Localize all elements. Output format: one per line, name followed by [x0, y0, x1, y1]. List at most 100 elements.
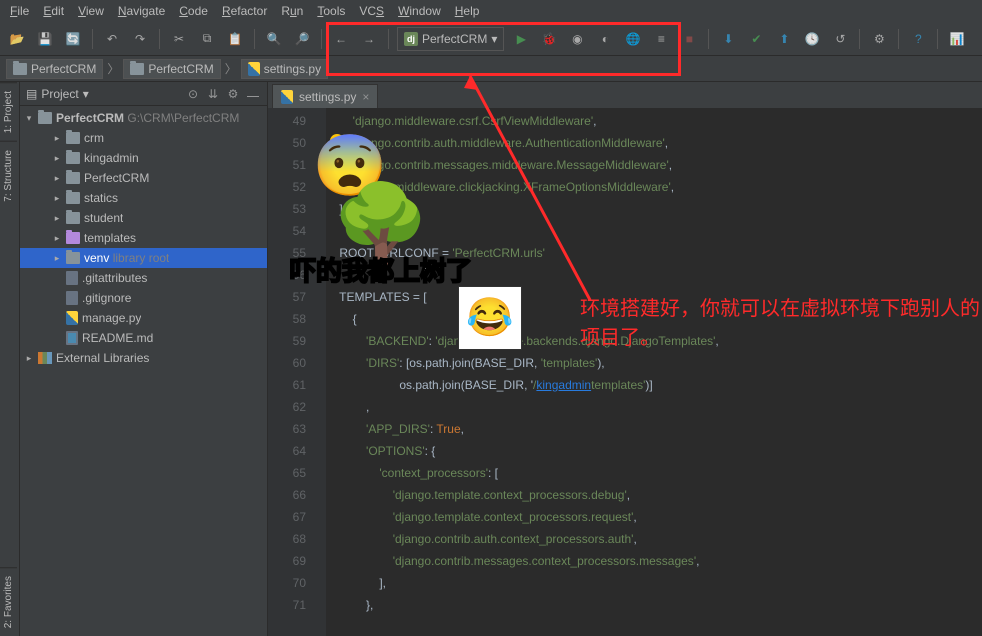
folder-icon — [66, 172, 80, 184]
project-tree[interactable]: ▾ PerfectCRM G:\CRM\PerfectCRM ▸ crm ▸king… — [20, 106, 267, 636]
gear-icon[interactable]: ⚙ — [225, 86, 241, 102]
folder-icon — [66, 192, 80, 204]
menu-run[interactable]: Run — [275, 2, 309, 20]
tree-row[interactable]: ▸ crm — [20, 128, 267, 148]
tree-row[interactable]: ▸kingadmin — [20, 148, 267, 168]
menu-window[interactable]: Window — [392, 2, 447, 20]
project-view-icon: ▤ — [26, 87, 37, 101]
tree-label: venv library root — [84, 251, 169, 265]
undo-icon[interactable]: ↶ — [101, 28, 123, 50]
tree-row[interactable]: .gitattributes — [20, 268, 267, 288]
python-icon — [66, 311, 78, 325]
expand-arrow-icon[interactable]: ▸ — [52, 233, 62, 244]
cut-icon[interactable]: ✂ — [168, 28, 190, 50]
tree-row[interactable]: manage.py — [20, 308, 267, 328]
tab-label: settings.py — [299, 90, 356, 104]
folder-icon — [66, 152, 80, 164]
menu-refactor[interactable]: Refactor — [216, 2, 273, 20]
attach-icon[interactable]: ≡ — [650, 28, 672, 50]
folder-icon — [66, 132, 80, 144]
vcs-update-icon[interactable]: ⬇ — [717, 28, 739, 50]
menu-file[interactable]: File — [4, 2, 35, 20]
sci-mode-icon[interactable]: 📊 — [946, 28, 968, 50]
paste-icon[interactable]: 📋 — [224, 28, 246, 50]
copy-icon[interactable]: ⧉ — [196, 28, 218, 50]
tree-row[interactable]: ▸ templates — [20, 228, 267, 248]
expand-arrow-icon[interactable]: ▸ — [52, 253, 62, 264]
help-icon[interactable]: ? — [907, 28, 929, 50]
collapse-all-icon[interactable]: ⇊ — [205, 86, 221, 102]
file-icon — [66, 271, 78, 285]
folder-icon — [66, 252, 80, 264]
sync-icon[interactable]: 🔄 — [62, 28, 84, 50]
tree-root[interactable]: ▾ PerfectCRM G:\CRM\PerfectCRM — [20, 108, 267, 128]
revert-icon[interactable]: ↺ — [829, 28, 851, 50]
back-icon[interactable]: ← — [330, 28, 352, 50]
crumb-file[interactable]: settings.py — [241, 59, 328, 79]
tree-row[interactable]: .gitignore — [20, 288, 267, 308]
project-panel: ▤ Project ▾ ⊙ ⇊ ⚙ ⎼ ▾ PerfectCRM G:\CRM\… — [20, 82, 268, 636]
file-icon — [66, 331, 78, 345]
sidebar-favorites[interactable]: 2: Favorites — [0, 567, 17, 636]
tree-external-libs[interactable]: ▸ External Libraries — [20, 348, 267, 368]
expand-arrow-icon[interactable]: ▾ — [24, 113, 34, 124]
project-view-selector[interactable]: ▤ Project ▾ — [26, 87, 179, 101]
menu-code[interactable]: Code — [173, 2, 214, 20]
vcs-commit-icon[interactable]: ✔ — [745, 28, 767, 50]
vcs-push-icon[interactable]: ⬆ — [773, 28, 795, 50]
crumb-label: settings.py — [264, 62, 321, 76]
expand-arrow-icon[interactable]: ▸ — [52, 173, 62, 184]
menu-bar: File Edit View Navigate Code Refactor Ru… — [0, 0, 982, 22]
vcs-history-icon[interactable]: 🕓 — [801, 28, 823, 50]
expand-arrow-icon[interactable]: ▸ — [52, 213, 62, 224]
stop-icon[interactable]: ■ — [678, 28, 700, 50]
tree-label: templates — [84, 231, 136, 245]
redo-icon[interactable]: ↷ — [129, 28, 151, 50]
replace-icon[interactable]: 🔎 — [291, 28, 313, 50]
menu-edit[interactable]: Edit — [37, 2, 70, 20]
folder-icon — [38, 112, 52, 124]
expand-arrow-icon[interactable]: ▸ — [52, 153, 62, 164]
tree-label: crm — [84, 131, 104, 145]
menu-help[interactable]: Help — [449, 2, 486, 20]
sidebar-project[interactable]: 1: Project — [0, 82, 17, 141]
settings-icon[interactable]: ⚙ — [868, 28, 890, 50]
tree-row[interactable]: ▸statics — [20, 188, 267, 208]
crumb-label: PerfectCRM — [148, 62, 213, 76]
tree-row[interactable]: ▸ venv library root — [20, 248, 267, 268]
expand-arrow-icon[interactable]: ▸ — [52, 193, 62, 204]
menu-vcs[interactable]: VCS — [353, 2, 390, 20]
menu-view[interactable]: View — [72, 2, 110, 20]
crumb-folder[interactable]: PerfectCRM — [123, 59, 220, 79]
coverage-icon[interactable]: ◉ — [566, 28, 588, 50]
tree-row[interactable]: ▸PerfectCRM — [20, 168, 267, 188]
chevron-down-icon: ▾ — [491, 32, 497, 46]
save-all-icon[interactable]: 💾 — [34, 28, 56, 50]
debug-icon[interactable]: 🐞 — [538, 28, 560, 50]
close-icon[interactable]: × — [362, 90, 369, 104]
left-toolwindow-bar: 1: Project 7: Structure 2: Favorites — [0, 82, 20, 636]
expand-arrow-icon[interactable]: ▸ — [52, 133, 62, 144]
menu-tools[interactable]: Tools — [311, 2, 351, 20]
profile-icon[interactable]: ◐ — [594, 28, 616, 50]
folder-icon — [13, 63, 27, 75]
forward-icon[interactable]: → — [358, 28, 380, 50]
concurrency-icon[interactable]: 🌐 — [622, 28, 644, 50]
hide-icon[interactable]: ⎼ — [245, 86, 261, 102]
run-config-label: PerfectCRM — [422, 32, 487, 46]
expand-arrow-icon[interactable]: ▸ — [24, 353, 34, 364]
locate-icon[interactable]: ⊙ — [185, 86, 201, 102]
sidebar-structure[interactable]: 7: Structure — [0, 141, 17, 210]
run-config-selector[interactable]: dj PerfectCRM ▾ — [397, 27, 504, 51]
file-tab[interactable]: settings.py × — [272, 84, 378, 108]
menu-navigate[interactable]: Navigate — [112, 2, 171, 20]
folder-icon — [66, 212, 80, 224]
tree-row[interactable]: ▸student — [20, 208, 267, 228]
sticker-caption: 吓的我都上树了 — [290, 251, 472, 288]
crumb-root[interactable]: PerfectCRM — [6, 59, 103, 79]
find-icon[interactable]: 🔍 — [263, 28, 285, 50]
chevron-right-icon: 〉 — [105, 60, 121, 77]
run-icon[interactable]: ▶ — [510, 28, 532, 50]
open-icon[interactable]: 📂 — [6, 28, 28, 50]
tree-row[interactable]: README.md — [20, 328, 267, 348]
